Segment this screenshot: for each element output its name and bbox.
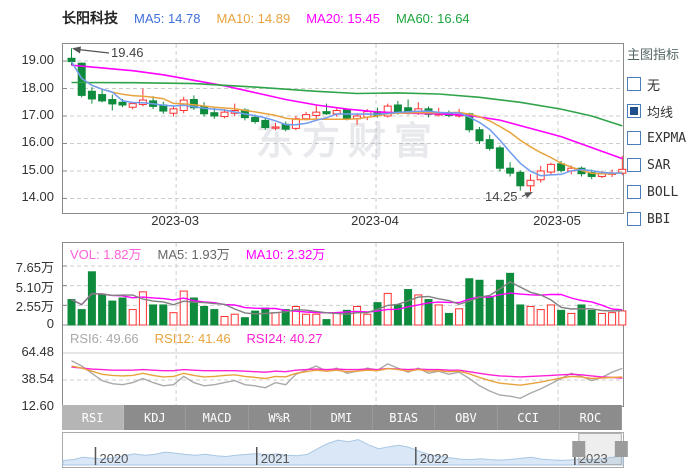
indicator-list: 无均线 EXPMA SAR BOLL BBI	[627, 77, 691, 226]
x-axis-label: 2023-04	[351, 213, 399, 228]
indicator-label: 均线	[647, 102, 673, 121]
tab-obv[interactable]: OBV	[435, 405, 497, 430]
volume-y-tick: 7.65万	[16, 257, 54, 276]
ma5-value: MA5: 14.78	[134, 11, 201, 26]
indicator-checkbox-均线[interactable]: 均线	[627, 104, 691, 118]
price-y-tick: 19.00	[21, 52, 54, 67]
nav-year-label: 2021	[261, 451, 290, 466]
tab-macd[interactable]: MACD	[186, 405, 248, 430]
tab-w%r[interactable]: W%R	[249, 405, 311, 430]
checkbox-checked-icon[interactable]	[627, 104, 641, 118]
rsi-y-tick: 12.60	[21, 398, 54, 413]
volume-header: VOL: 1.82万 MA5: 1.93万 MA10: 2.32万	[70, 244, 325, 263]
price-y-tick: 15.00	[21, 162, 54, 177]
indicator-label: SAR	[647, 158, 670, 173]
left-axis-column: 19.00 18.00 17.00 16.00 15.00 14.00 7.65万5.10万…	[0, 0, 58, 469]
checkbox-unchecked-icon[interactable]	[627, 185, 641, 199]
indicator-sidebar: 主图指标 无均线 EXPMA SAR BOLL BBI	[627, 44, 691, 239]
nav-year-label: 2020	[99, 451, 128, 466]
vol-ma5-value: MA5: 1.93万	[158, 244, 230, 263]
volume-y-tick: 0	[47, 316, 54, 331]
indicator-label: BBI	[647, 212, 670, 227]
tab-roc[interactable]: ROC	[560, 405, 622, 430]
indicator-checkbox-BBI[interactable]: BBI	[627, 212, 691, 226]
rsi12-value: RSI12: 41.46	[155, 331, 231, 346]
navigator-svg: 2020202120222023	[63, 433, 623, 465]
indicator-label: EXPMA	[647, 131, 686, 146]
checkbox-unchecked-icon[interactable]	[627, 77, 641, 91]
nav-right-handle[interactable]	[615, 441, 628, 457]
x-axis-label: 2023-03	[151, 213, 199, 228]
indicator-checkbox-无[interactable]: 无	[627, 77, 691, 91]
vol-ma10-value: MA10: 2.32万	[246, 244, 326, 263]
vol-value: VOL: 1.82万	[70, 244, 142, 263]
high-annotation: 19.46	[111, 45, 144, 60]
indicator-label: BOLL	[647, 185, 678, 200]
ma60-value: MA60: 16.64	[396, 11, 470, 26]
price-chart-svg: 东方财富19.4614.25	[63, 44, 623, 213]
volume-y-tick: 5.10万	[16, 277, 54, 296]
price-y-tick: 16.00	[21, 134, 54, 149]
rsi-y-tick: 64.48	[21, 344, 54, 359]
volume-rsi-panel	[62, 242, 624, 407]
indicator-label: 无	[647, 75, 660, 94]
tab-bias[interactable]: BIAS	[373, 405, 435, 430]
timeline-navigator[interactable]: 2020202120222023	[62, 432, 624, 468]
indicator-checkbox-EXPMA[interactable]: EXPMA	[627, 131, 691, 145]
price-x-axis: 2023-03 2023-04 2023-05	[0, 213, 692, 229]
rsi-y-tick: 38.54	[21, 371, 54, 386]
x-axis-label: 2023-05	[533, 213, 581, 228]
tab-kdj[interactable]: KDJ	[124, 405, 186, 430]
volume-y-tick: 2.55万	[16, 296, 54, 315]
volume-rsi-svg	[63, 243, 623, 406]
price-y-tick: 14.00	[21, 189, 54, 204]
tab-rsi[interactable]: RSI	[62, 405, 124, 430]
price-y-tick: 17.00	[21, 107, 54, 122]
rsi24-value: RSI24: 40.27	[247, 331, 323, 346]
nav-year-label: 2022	[420, 451, 449, 466]
rsi-header: RSI6: 49.66 RSI12: 41.46 RSI24: 40.27	[70, 331, 322, 346]
checkbox-unchecked-icon[interactable]	[627, 212, 641, 226]
nav-left-handle[interactable]	[572, 441, 585, 457]
checkbox-unchecked-icon[interactable]	[627, 131, 641, 145]
chart-header: 长阳科技 MA5: 14.78 MA10: 14.89 MA20: 15.45 …	[62, 8, 470, 28]
indicator-checkbox-BOLL[interactable]: BOLL	[627, 185, 691, 199]
sidebar-title: 主图指标	[627, 44, 691, 63]
tab-cci[interactable]: CCI	[498, 405, 560, 430]
ma20-value: MA20: 15.45	[306, 11, 380, 26]
price-chart-panel: 东方财富19.4614.25	[62, 43, 624, 214]
low-annotation: 14.25	[485, 189, 518, 204]
ma10-value: MA10: 14.89	[217, 11, 291, 26]
indicator-tabbar: RSIKDJMACDW%RDMIBIASOBVCCIROC	[62, 405, 622, 430]
price-y-tick: 18.00	[21, 80, 54, 95]
stock-chart-app: 长阳科技 MA5: 14.78 MA10: 14.89 MA20: 15.45 …	[0, 0, 692, 469]
checkbox-unchecked-icon[interactable]	[627, 158, 641, 172]
tab-dmi[interactable]: DMI	[311, 405, 373, 430]
rsi6-value: RSI6: 49.66	[70, 331, 139, 346]
indicator-checkbox-SAR[interactable]: SAR	[627, 158, 691, 172]
stock-name: 长阳科技	[62, 8, 118, 28]
